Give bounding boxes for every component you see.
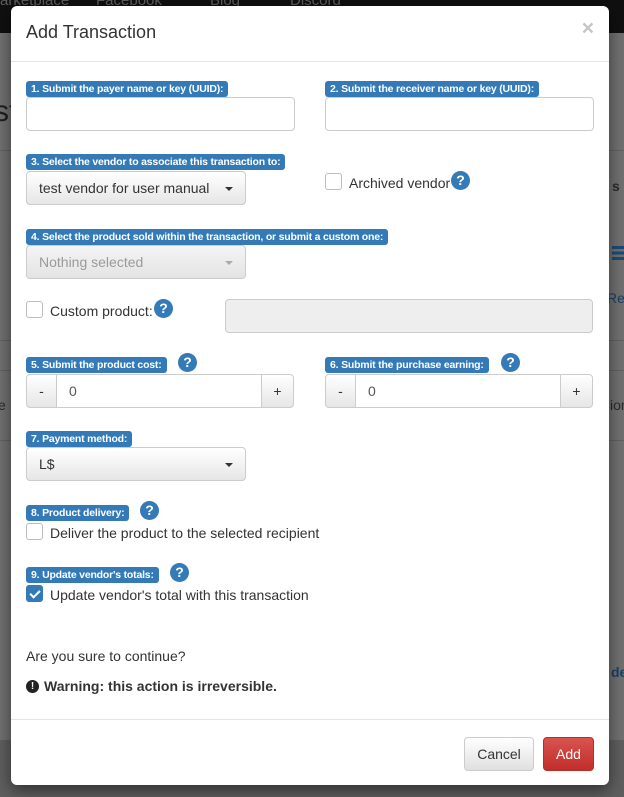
purchase-earning-label: 6. Submit the purchase earning: — [325, 357, 489, 373]
warning-text: Warning: this action is irreversible. — [44, 678, 277, 694]
product-selected-value: Nothing selected — [39, 254, 144, 270]
product-cost-input[interactable]: 0 — [57, 374, 261, 408]
custom-product-label: Custom product: — [50, 303, 153, 319]
purchase-earning-input[interactable]: 0 — [356, 374, 560, 408]
purchase-earning-stepper: - 0 + — [325, 374, 593, 408]
product-cost-increment-button[interactable]: + — [261, 374, 294, 408]
product-select[interactable]: Nothing selected — [26, 245, 246, 279]
bg-text-s: s — [612, 178, 620, 194]
vendor-label: 3. Select the vendor to associate this t… — [26, 154, 286, 170]
bg-text-ion: ion — [610, 397, 624, 413]
custom-product-checkbox[interactable] — [26, 301, 43, 318]
warning-message: ! Warning: this action is irreversible. — [26, 678, 277, 694]
bg-list-icon — [612, 246, 624, 260]
bg-text-left: e — [0, 397, 6, 413]
bg-link-de: de — [611, 664, 624, 680]
payment-method-label: 7. Payment method: — [26, 431, 133, 447]
modal-title: Add Transaction — [26, 22, 157, 42]
purchase-earning-increment-button[interactable]: + — [560, 374, 593, 408]
product-cost-label: 5. Submit the product cost: — [26, 357, 167, 373]
update-totals-checkbox[interactable] — [26, 585, 43, 602]
caret-down-icon — [225, 463, 233, 467]
custom-product-input[interactable] — [225, 299, 593, 333]
caret-down-icon — [225, 261, 233, 265]
confirm-text: Are you sure to continue? — [26, 648, 186, 664]
update-totals-label: 9. Update vendor's totals: — [26, 567, 159, 583]
product-cost-stepper: - 0 + — [26, 374, 294, 408]
exclamation-circle-icon: ! — [26, 679, 39, 693]
help-icon[interactable]: ? — [501, 353, 520, 372]
modal-footer: Cancel Add — [11, 719, 609, 785]
product-delivery-label: 8. Product delivery: — [26, 505, 130, 521]
add-button[interactable]: Add — [543, 737, 594, 771]
help-icon[interactable]: ? — [170, 563, 189, 582]
deliver-product-checkbox-label: Deliver the product to the selected reci… — [50, 525, 320, 541]
vendor-selected-value: test vendor for user manual — [39, 180, 210, 196]
close-icon[interactable]: × — [582, 18, 594, 39]
receiver-input[interactable] — [325, 97, 594, 131]
cancel-button[interactable]: Cancel — [464, 737, 534, 771]
help-icon[interactable]: ? — [178, 353, 197, 372]
payer-input[interactable] — [26, 97, 295, 131]
archived-vendor-checkbox[interactable] — [325, 173, 342, 190]
product-label: 4. Select the product sold within the tr… — [26, 229, 389, 245]
caret-down-icon — [225, 187, 233, 191]
vendor-select[interactable]: test vendor for user manual — [26, 171, 246, 205]
help-icon[interactable]: ? — [140, 501, 159, 520]
archived-vendor-label: Archived vendor — [349, 175, 451, 191]
modal-header: Add Transaction × — [11, 6, 609, 62]
payer-label: 1. Submit the payer name or key (UUID): — [26, 81, 229, 97]
help-icon[interactable]: ? — [451, 171, 470, 190]
payment-method-selected-value: L$ — [39, 456, 55, 472]
product-cost-decrement-button[interactable]: - — [26, 374, 57, 408]
add-transaction-modal: Add Transaction × 1. Submit the payer na… — [11, 6, 609, 785]
payment-method-select[interactable]: L$ — [26, 447, 246, 481]
bg-link-rec: Rec — [607, 290, 624, 306]
purchase-earning-decrement-button[interactable]: - — [325, 374, 356, 408]
deliver-product-checkbox[interactable] — [26, 523, 43, 540]
update-totals-checkbox-label: Update vendor's total with this transact… — [50, 587, 309, 603]
help-icon[interactable]: ? — [154, 299, 173, 318]
receiver-label: 2. Submit the receiver name or key (UUID… — [325, 81, 539, 97]
